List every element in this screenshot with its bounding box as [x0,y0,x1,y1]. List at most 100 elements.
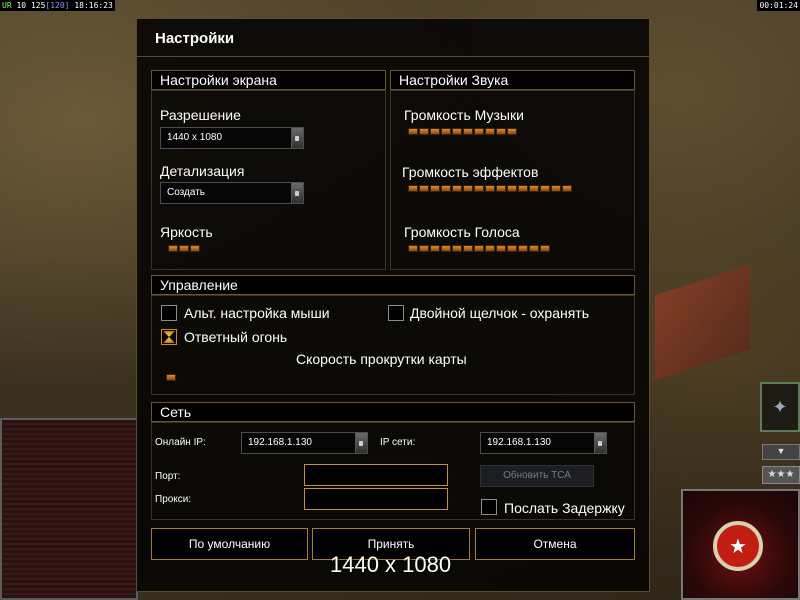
music-volume-label: Громкость Музыки [404,107,524,123]
hud-prefix: UR [2,1,12,10]
slider-segment [419,245,429,252]
hud-value-b: 125 [30,1,46,10]
slider-segment [507,185,517,192]
port-input[interactable] [304,464,448,486]
effects-volume-label: Громкость эффектов [402,164,539,180]
hud-value-c: [120] [45,1,70,10]
slider-segment [430,128,440,135]
slider-segment [408,245,418,252]
network-section-header: Сеть [151,402,635,422]
update-tca-button[interactable]: Обновить ТСА [480,465,594,487]
return-fire-label: Ответный огонь [184,329,288,345]
dropdown-arrow-icon[interactable] [291,183,303,203]
slider-segment [452,245,462,252]
slider-segment [507,245,517,252]
voice-volume-label: Громкость Голоса [404,224,520,240]
resolution-value: 1440 x 1080 [167,132,223,143]
slider-segment [518,245,528,252]
alt-mouse-label: Альт. настройка мыши [184,305,330,321]
detail-dropdown[interactable]: Создать [160,182,304,204]
background-radar: ★ [681,489,800,600]
lan-ip-label: IP сети: [380,437,416,448]
detail-value: Создать [167,187,206,198]
slider-segment [452,185,462,192]
slider-segment [496,245,506,252]
send-delay-checkbox[interactable] [481,499,497,515]
display-section-header: Настройки экрана [151,70,386,90]
scroll-speed-label: Скорость прокрутки карты [296,351,467,367]
music-volume-slider[interactable] [408,128,517,135]
double-click-label: Двойной щелчок - охранять [410,305,590,321]
slider-segment [166,374,176,381]
detail-label: Детализация [160,163,245,179]
title-divider [136,56,650,57]
slider-segment [430,245,440,252]
online-ip-dropdown[interactable]: 192.168.1.130 [241,432,368,454]
slider-segment [419,128,429,135]
hud-game-timer: 00:01:24 [757,0,800,11]
voice-volume-slider[interactable] [408,245,550,252]
hud-stats: UR 10 125[120] 18:16:23 [0,0,115,11]
slider-segment [485,245,495,252]
double-click-checkbox[interactable] [388,305,404,321]
slider-segment [562,185,572,192]
resolution-dropdown[interactable]: 1440 x 1080 [160,127,304,149]
effects-volume-slider[interactable] [408,185,572,192]
background-unit-icon: ✦ [760,382,800,432]
scroll-speed-slider[interactable] [166,374,176,381]
slider-segment [408,128,418,135]
slider-segment [485,185,495,192]
slider-segment [430,185,440,192]
slider-segment [190,245,200,252]
slider-segment [551,185,561,192]
lan-ip-dropdown[interactable]: 192.168.1.130 [480,432,607,454]
alt-mouse-checkbox[interactable] [161,305,177,321]
background-building [655,264,750,381]
slider-segment [452,128,462,135]
slider-segment [485,128,495,135]
slider-segment [507,128,517,135]
faction-emblem-icon: ★ [713,521,763,571]
background-rank-stars-icon: ★★★ [762,466,800,484]
slider-segment [529,185,539,192]
port-label: Порт: [155,471,181,482]
online-ip-label: Онлайн IP: [155,437,206,448]
slider-segment [474,128,484,135]
resolution-caption: 1440 x 1080 [330,552,452,577]
slider-segment [419,185,429,192]
brightness-label: Яркость [160,224,213,240]
return-fire-checkbox[interactable] [161,329,177,345]
slider-segment [474,245,484,252]
slider-segment [529,245,539,252]
slider-segment [474,185,484,192]
slider-segment [168,245,178,252]
brightness-slider[interactable] [168,245,200,252]
dropdown-arrow-icon[interactable] [355,433,367,453]
background-scroll-down-icon: ▼ [762,444,800,460]
proxy-input[interactable] [304,488,448,510]
hud-value-a: 10 [16,1,27,10]
hud-clock-left: 18:16:23 [74,1,113,10]
dropdown-arrow-icon[interactable] [594,433,606,453]
slider-segment [518,185,528,192]
proxy-label: Прокси: [155,494,192,505]
cancel-button[interactable]: Отмена [475,528,635,560]
dropdown-arrow-icon[interactable] [291,128,303,148]
defaults-button[interactable]: По умолчанию [151,528,308,560]
slider-segment [463,245,473,252]
slider-segment [540,185,550,192]
slider-segment [463,185,473,192]
slider-segment [463,128,473,135]
lan-ip-value: 192.168.1.130 [487,437,551,448]
slider-segment [496,185,506,192]
slider-segment [179,245,189,252]
send-delay-label: Послать Задержку [504,500,625,516]
online-ip-value: 192.168.1.130 [248,437,312,448]
sound-section-header: Настройки Звука [390,70,635,90]
dialog-title: Настройки [155,30,235,47]
slider-segment [540,245,550,252]
slider-segment [408,185,418,192]
controls-section-header: Управление [151,275,635,295]
slider-segment [496,128,506,135]
background-command-panel [0,418,138,600]
